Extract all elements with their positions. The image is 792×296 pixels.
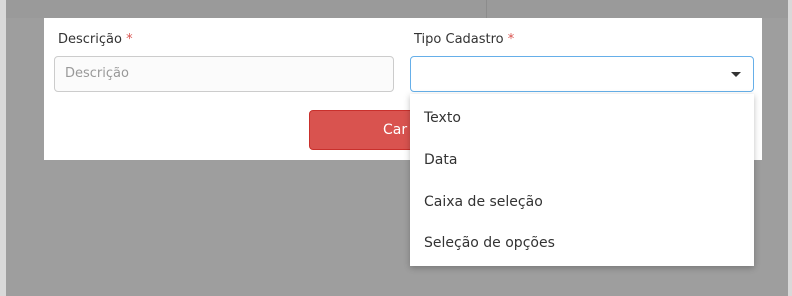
tipo-cadastro-select[interactable] — [410, 56, 754, 92]
page-edge-left — [0, 0, 6, 296]
descricao-label-text: Descrição — [58, 32, 122, 47]
cancel-button-label: Car — [383, 122, 408, 138]
tipo-cadastro-label-text: Tipo Cadastro — [414, 32, 504, 47]
caret-down-icon[interactable] — [731, 72, 741, 77]
tipo-cadastro-dropdown: Texto Data Caixa de seleção Seleção de o… — [410, 94, 754, 266]
page-edge-right — [788, 0, 792, 296]
descricao-placeholder: Descrição — [65, 66, 129, 81]
descricao-input[interactable]: Descrição — [54, 56, 394, 92]
dropdown-option-data[interactable]: Data — [424, 150, 740, 170]
tipo-cadastro-label: Tipo Cadastro * — [414, 32, 514, 47]
descricao-label: Descrição * — [58, 32, 133, 47]
dropdown-option-texto[interactable]: Texto — [424, 108, 740, 128]
dropdown-option-caixa-de-selecao[interactable]: Caixa de seleção — [424, 192, 740, 212]
background-header — [0, 0, 792, 18]
required-marker: * — [126, 32, 133, 47]
header-divider — [486, 0, 487, 18]
dropdown-option-selecao-de-opcoes[interactable]: Seleção de opções — [424, 233, 740, 253]
required-marker: * — [507, 32, 515, 47]
